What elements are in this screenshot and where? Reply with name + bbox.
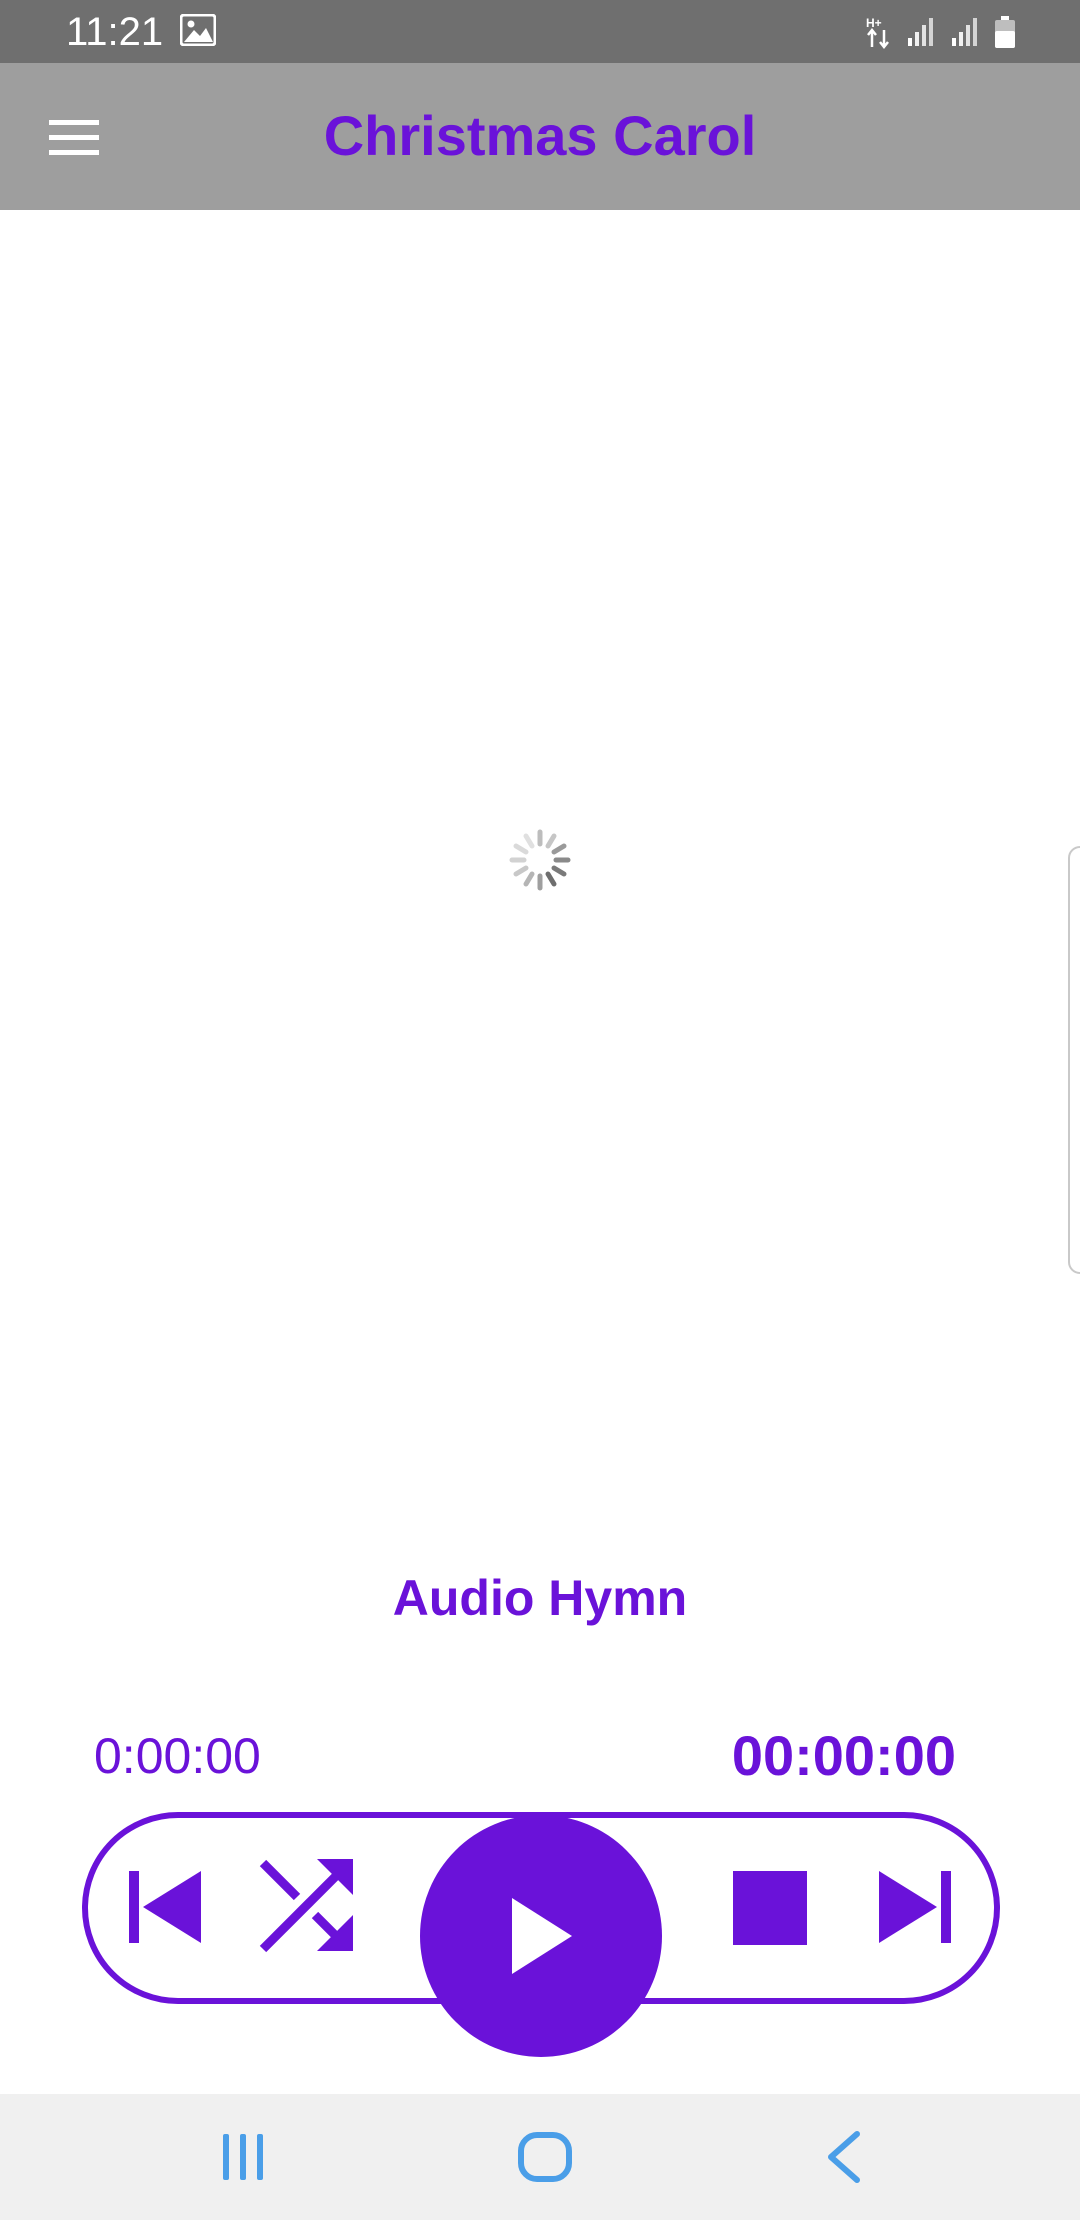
image-icon: [179, 13, 217, 47]
next-button[interactable]: [870, 1862, 960, 1952]
previous-button[interactable]: [120, 1862, 210, 1952]
play-button[interactable]: [420, 1815, 662, 2057]
screen: 11:21 H+ Christmas Carol Audio Hymn 0:00…: [0, 0, 1080, 2220]
skip-previous-icon: [129, 1871, 201, 1943]
home-icon: [518, 2132, 572, 2182]
play-icon: [512, 1898, 572, 1974]
shuffle-icon: [259, 1859, 353, 1953]
signal-icon: [950, 16, 980, 48]
spinner-icon: [508, 828, 572, 892]
total-time: 00:00:00: [731, 1724, 956, 1787]
signal-icon: [906, 16, 936, 48]
battery-icon: [994, 15, 1016, 49]
recents-icon: [223, 2134, 263, 2180]
home-button[interactable]: [510, 2124, 580, 2190]
stop-icon: [733, 1871, 807, 1945]
app-bar: Christmas Carol: [0, 63, 1080, 210]
elapsed-time: 0:00:00: [94, 1728, 261, 1784]
data-transfer-icon: H+: [866, 15, 892, 49]
navigation-bar: [0, 2094, 1080, 2220]
page-title: Christmas Carol: [323, 104, 757, 167]
status-icons: H+: [866, 12, 1016, 52]
shuffle-button[interactable]: [252, 1850, 362, 1960]
skip-next-icon: [879, 1871, 951, 1943]
status-bar: 11:21 H+: [0, 0, 1080, 63]
track-title: Audio Hymn: [392, 1570, 688, 1626]
stop-button[interactable]: [730, 1868, 810, 1948]
edge-panel-handle[interactable]: [1068, 846, 1080, 1274]
back-icon: [828, 2131, 860, 2183]
recents-button[interactable]: [208, 2124, 278, 2190]
back-button[interactable]: [808, 2124, 878, 2190]
svg-text:H+: H+: [866, 16, 882, 30]
status-time: 11:21: [66, 10, 164, 54]
